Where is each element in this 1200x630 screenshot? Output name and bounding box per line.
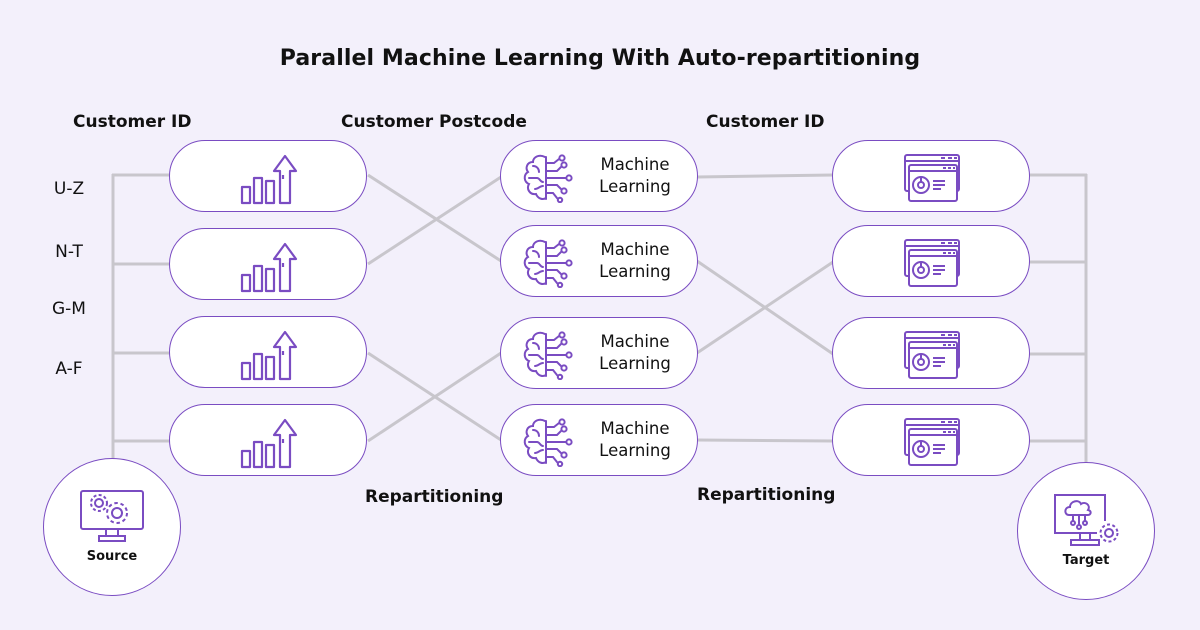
diagram-title: Parallel Machine Learning With Auto-repa… xyxy=(279,46,921,71)
input-partition-node xyxy=(169,228,367,300)
ml-node-label: Machine Learning xyxy=(599,332,671,373)
ai-brain-icon xyxy=(521,238,577,292)
repartition-line xyxy=(367,173,502,263)
browser-dashboard-icon xyxy=(903,330,961,384)
target-label: Target xyxy=(1062,553,1110,568)
input-partition-node xyxy=(169,316,367,388)
input-partition-node xyxy=(169,140,367,212)
repartition-line xyxy=(696,438,834,443)
browser-dashboard-icon xyxy=(903,153,961,207)
repartition-line xyxy=(367,175,502,266)
bar-chart-growth-icon xyxy=(238,415,298,475)
ml-node-label: Machine Learning xyxy=(599,419,671,460)
ml-node: Machine Learning xyxy=(500,404,698,476)
header-customer-postcode: Customer Postcode xyxy=(341,112,527,132)
key-range-label: N-T xyxy=(55,242,83,262)
browser-dashboard-icon xyxy=(903,238,961,292)
repartitioning-label-right: Repartitioning xyxy=(697,485,836,505)
ai-brain-icon xyxy=(521,417,577,471)
output-partition-node xyxy=(832,225,1030,297)
ml-node: Machine Learning xyxy=(500,317,698,389)
header-customer-id-output: Customer ID xyxy=(706,112,825,132)
bar-chart-growth-icon xyxy=(238,239,298,299)
ai-brain-icon xyxy=(521,330,577,384)
key-range-label: U-Z xyxy=(53,179,85,199)
repartition-line xyxy=(696,173,834,179)
key-range-label: G-M xyxy=(52,299,86,319)
browser-dashboard-icon xyxy=(903,417,961,471)
header-customer-id-input: Customer ID xyxy=(73,112,192,132)
ml-node-label: Machine Learning xyxy=(599,155,671,196)
monitor-cloud-gear-icon xyxy=(1053,493,1123,553)
source-node: Source xyxy=(43,458,181,596)
repartitioning-label-left: Repartitioning xyxy=(365,487,504,507)
ai-brain-icon xyxy=(521,153,577,207)
input-partition-node xyxy=(169,404,367,476)
ml-node-label: Machine Learning xyxy=(599,240,671,281)
ml-node: Machine Learning xyxy=(500,140,698,212)
output-partition-node xyxy=(832,140,1030,212)
monitor-gears-icon xyxy=(79,489,147,549)
output-partition-node xyxy=(832,317,1030,389)
key-range-label: A-F xyxy=(55,359,83,379)
source-label: Source xyxy=(86,549,138,564)
output-partition-node xyxy=(832,404,1030,476)
bar-chart-growth-icon xyxy=(238,151,298,211)
target-node: Target xyxy=(1017,462,1155,600)
bar-chart-growth-icon xyxy=(238,327,298,387)
ml-node: Machine Learning xyxy=(500,225,698,297)
